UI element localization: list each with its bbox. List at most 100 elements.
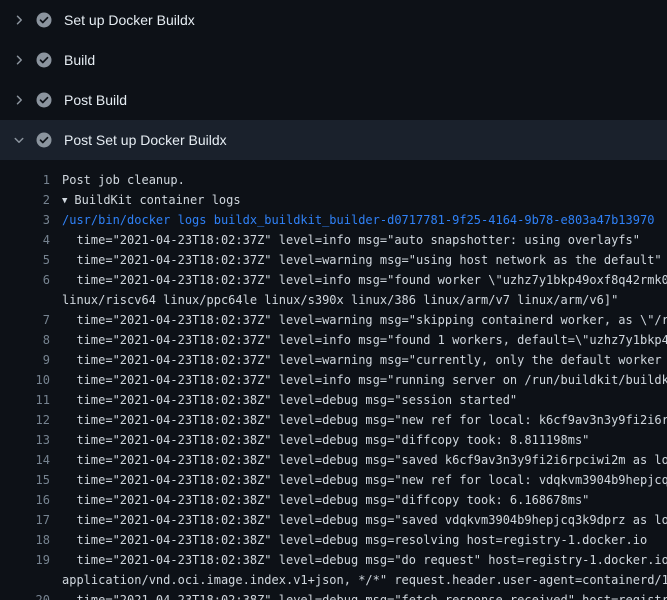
log-line-number[interactable]: 4 [0, 230, 50, 250]
log-line-text: Post job cleanup. [50, 170, 185, 190]
step-section-header-2[interactable]: Post Build [0, 80, 667, 120]
log-line-number[interactable]: 13 [0, 430, 50, 450]
log-line-content: BuildKit container logs [74, 193, 240, 207]
log-line-text: time="2021-04-23T18:02:38Z" level=debug … [50, 490, 589, 510]
log-line-number[interactable]: 17 [0, 510, 50, 530]
log-line-text: time="2021-04-23T18:02:38Z" level=debug … [50, 530, 647, 550]
log-line-number[interactable]: 10 [0, 370, 50, 390]
log-line-text[interactable]: ▼ BuildKit container logs [50, 190, 241, 210]
log-line-number[interactable]: 16 [0, 490, 50, 510]
log-line: 15 time="2021-04-23T18:02:38Z" level=deb… [0, 470, 667, 490]
log-line-content: time="2021-04-23T18:02:38Z" level=debug … [62, 453, 667, 467]
log-line-text: time="2021-04-23T18:02:37Z" level=warnin… [50, 350, 667, 370]
log-line-number[interactable]: 3 [0, 210, 50, 230]
chevron-right-icon [12, 53, 26, 67]
log-area: 1 Post job cleanup. 2 ▼ BuildKit containe… [0, 160, 667, 600]
log-line-number[interactable]: 20 [0, 590, 50, 600]
step-title: Set up Docker Buildx [64, 12, 195, 28]
log-line-text: time="2021-04-23T18:02:38Z" level=debug … [50, 590, 667, 600]
log-line: linux/riscv64 linux/ppc64le linux/s390x … [0, 290, 667, 310]
chevron-right-icon [12, 93, 26, 107]
log-line-text: time="2021-04-23T18:02:38Z" level=debug … [50, 450, 667, 470]
log-line-content: /usr/bin/docker logs buildx_buildkit_bui… [62, 213, 654, 227]
log-line-text: time="2021-04-23T18:02:38Z" level=debug … [50, 410, 667, 430]
log-line-number[interactable]: 6 [0, 270, 50, 290]
log-line: 13 time="2021-04-23T18:02:38Z" level=deb… [0, 430, 667, 450]
log-line-number[interactable] [0, 290, 50, 310]
workflow-log-viewer: Set up Docker Buildx Build Post Build Po… [0, 0, 667, 600]
log-line-content: application/vnd.oci.image.index.v1+json,… [62, 573, 667, 587]
check-circle-icon [36, 92, 52, 108]
log-line-text: time="2021-04-23T18:02:37Z" level=warnin… [50, 250, 662, 270]
log-line-content: time="2021-04-23T18:02:38Z" level=debug … [62, 473, 667, 487]
log-line-text: time="2021-04-23T18:02:38Z" level=debug … [50, 390, 517, 410]
log-line-number[interactable]: 9 [0, 350, 50, 370]
log-line-text: time="2021-04-23T18:02:38Z" level=debug … [50, 470, 667, 490]
log-line-content: time="2021-04-23T18:02:38Z" level=debug … [62, 533, 647, 547]
log-line: 14 time="2021-04-23T18:02:38Z" level=deb… [0, 450, 667, 470]
log-line-number[interactable]: 7 [0, 310, 50, 330]
chevron-right-icon [12, 133, 26, 147]
log-line-text: time="2021-04-23T18:02:37Z" level=info m… [50, 370, 667, 390]
log-line: 19 time="2021-04-23T18:02:38Z" level=deb… [0, 550, 667, 570]
log-line-number[interactable]: 12 [0, 410, 50, 430]
log-line-content: time="2021-04-23T18:02:38Z" level=debug … [62, 513, 667, 527]
log-line-content: time="2021-04-23T18:02:37Z" level=warnin… [62, 353, 667, 367]
log-line-text: time="2021-04-23T18:02:38Z" level=debug … [50, 510, 667, 530]
log-line: 1 Post job cleanup. [0, 170, 667, 190]
log-line: 5 time="2021-04-23T18:02:37Z" level=warn… [0, 250, 667, 270]
log-line: 9 time="2021-04-23T18:02:37Z" level=warn… [0, 350, 667, 370]
chevron-right-icon [12, 13, 26, 27]
log-line-number[interactable]: 1 [0, 170, 50, 190]
log-line-number[interactable]: 11 [0, 390, 50, 410]
log-line-number[interactable] [0, 570, 50, 590]
log-line-number[interactable]: 15 [0, 470, 50, 490]
log-line-content: time="2021-04-23T18:02:37Z" level=info m… [62, 233, 640, 247]
log-line-content: time="2021-04-23T18:02:38Z" level=debug … [62, 413, 667, 427]
log-line-number[interactable]: 14 [0, 450, 50, 470]
log-line-number[interactable]: 18 [0, 530, 50, 550]
log-line-content: time="2021-04-23T18:02:38Z" level=debug … [62, 553, 667, 567]
log-line-text: linux/riscv64 linux/ppc64le linux/s390x … [50, 290, 618, 310]
group-toggle-icon: ▼ [62, 196, 67, 206]
log-line-number[interactable]: 8 [0, 330, 50, 350]
log-line-content: time="2021-04-23T18:02:37Z" level=warnin… [62, 253, 662, 267]
log-line-text: time="2021-04-23T18:02:38Z" level=debug … [50, 430, 589, 450]
log-line-text: time="2021-04-23T18:02:37Z" level=warnin… [50, 310, 667, 330]
log-line-number[interactable]: 19 [0, 550, 50, 570]
log-line-content: time="2021-04-23T18:02:37Z" level=warnin… [62, 313, 667, 327]
check-circle-icon [36, 132, 52, 148]
step-title: Post Set up Docker Buildx [64, 132, 227, 148]
log-line: 20 time="2021-04-23T18:02:38Z" level=deb… [0, 590, 667, 600]
log-line-content: time="2021-04-23T18:02:38Z" level=debug … [62, 433, 589, 447]
log-line: 18 time="2021-04-23T18:02:38Z" level=deb… [0, 530, 667, 550]
log-line-text: time="2021-04-23T18:02:37Z" level=info m… [50, 330, 667, 350]
log-line: 10 time="2021-04-23T18:02:37Z" level=inf… [0, 370, 667, 390]
step-section-header-1[interactable]: Build [0, 40, 667, 80]
log-line-text: application/vnd.oci.image.index.v1+json,… [50, 570, 667, 590]
step-sections: Set up Docker Buildx Build Post Build Po… [0, 0, 667, 160]
log-line: 12 time="2021-04-23T18:02:38Z" level=deb… [0, 410, 667, 430]
log-line-content: linux/riscv64 linux/ppc64le linux/s390x … [62, 293, 618, 307]
check-circle-icon [36, 12, 52, 28]
step-section-header-0[interactable]: Set up Docker Buildx [0, 0, 667, 40]
step-section-header-3[interactable]: Post Set up Docker Buildx [0, 120, 667, 160]
log-line-content: time="2021-04-23T18:02:37Z" level=info m… [62, 373, 667, 387]
log-line: 17 time="2021-04-23T18:02:38Z" level=deb… [0, 510, 667, 530]
log-line-content: Post job cleanup. [62, 173, 185, 187]
log-line: 16 time="2021-04-23T18:02:38Z" level=deb… [0, 490, 667, 510]
log-line-text: time="2021-04-23T18:02:38Z" level=debug … [50, 550, 667, 570]
log-command-line: 3 /usr/bin/docker logs buildx_buildkit_b… [0, 210, 667, 230]
log-line-content: time="2021-04-23T18:02:38Z" level=debug … [62, 593, 667, 600]
log-line-text: /usr/bin/docker logs buildx_buildkit_bui… [50, 210, 654, 230]
step-title: Build [64, 52, 95, 68]
log-group-header: 2 ▼ BuildKit container logs [0, 190, 667, 210]
step-title: Post Build [64, 92, 127, 108]
log-line-content: time="2021-04-23T18:02:38Z" level=debug … [62, 493, 589, 507]
log-line-text: time="2021-04-23T18:02:37Z" level=info m… [50, 270, 667, 290]
log-line-content: time="2021-04-23T18:02:37Z" level=info m… [62, 273, 667, 287]
log-line-number[interactable]: 2 [0, 190, 50, 210]
log-line-number[interactable]: 5 [0, 250, 50, 270]
log-line: 11 time="2021-04-23T18:02:38Z" level=deb… [0, 390, 667, 410]
log-line: 4 time="2021-04-23T18:02:37Z" level=info… [0, 230, 667, 250]
